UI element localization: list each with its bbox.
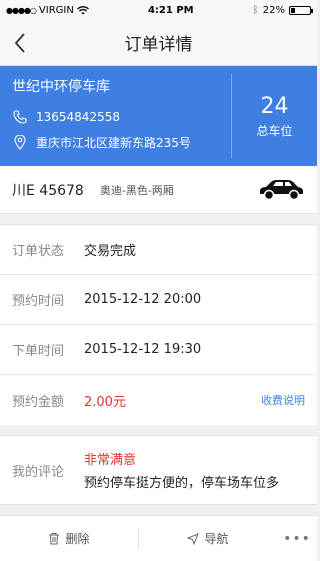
review-rating: 非常满意 [84,453,137,468]
wifi-icon [76,5,89,14]
chevron-left-icon [14,33,25,53]
lot-phone-row[interactable]: 13654842558 [12,110,221,124]
more-button[interactable]: ••• [277,531,317,547]
fee-info-link[interactable]: 收费说明 [261,392,305,408]
review-content: 非常满意 预约停车挺方便的，停车场车位多 [84,449,305,491]
order-time-value: 2015-12-12 19:30 [84,342,202,357]
delete-label: 删除 [65,532,90,546]
clock: 4:21 PM [147,4,194,16]
back-button[interactable] [6,28,34,58]
reserve-amount-value: 2.00元 [84,394,126,410]
total-spaces-count: 24 [260,93,289,119]
detail-label: 订单状态 [12,244,65,259]
detail-row-reserve-time: 预约时间 2015-12-12 20:00 [0,275,317,325]
detail-row-order-time: 下单时间 2015-12-12 19:30 [0,325,317,375]
navigate-button[interactable]: 导航 [139,530,277,547]
total-spaces-label: 总车位 [256,123,293,138]
detail-label: 预约时间 [12,294,65,309]
review-label: 我的评论 [12,464,65,480]
order-status-value: 交易完成 [84,244,137,259]
nav-bar: 订单详情 [0,20,317,66]
review-section: 我的评论 非常满意 预约停车挺方便的，停车场车位多 [0,435,317,505]
vehicle-description: 奥迪-黑色-两厢 [99,183,174,197]
phone-icon [12,110,28,124]
signal-icon: ●●●●○ [6,5,37,15]
order-details: 订单状态 交易完成 预约时间 2015-12-12 20:00 下单时间 201… [0,224,317,425]
navigation-arrow-icon [187,532,200,545]
trash-icon [49,533,60,545]
detail-row-amount: 预约金额 2.00元 收费说明 [0,375,317,425]
location-pin-icon [12,135,28,150]
lot-phone: 13654842558 [36,110,120,124]
vehicle-row: 川E 45678 奥迪-黑色-两厢 [0,166,317,214]
detail-row-status: 订单状态 交易完成 [0,225,317,275]
lot-name: 世纪中环停车库 [12,79,110,95]
bottom-toolbar: 删除 导航 ••• [0,515,317,561]
delete-button[interactable]: 删除 [0,530,138,547]
detail-label: 预约金额 [12,394,65,410]
navigate-label: 导航 [204,532,229,546]
car-icon [260,179,303,200]
lot-address: 重庆市江北区建新东路235号 [36,136,191,150]
lot-info: 世纪中环停车库 13654842558 重庆市江北区建新东路235号 [0,74,232,158]
status-bar: ●●●●○ VIRGIN 4:21 PM ᛒ 22% [0,0,317,20]
lot-address-row: 重庆市江北区建新东路235号 [12,134,221,151]
total-spaces: 24 总车位 [232,66,317,166]
page-title: 订单详情 [124,35,193,55]
carrier-label: VIRGIN [38,4,74,16]
reserve-time-value: 2015-12-12 20:00 [84,292,202,307]
review-comment: 预约停车挺方便的，停车场车位多 [84,476,280,491]
parking-lot-card[interactable]: 世纪中环停车库 13654842558 重庆市江北区建新东路235号 24 总车… [0,66,317,166]
bluetooth-icon: ᛒ [252,4,259,16]
license-plate: 川E 45678 [12,182,84,199]
battery-percent: 22% [262,4,285,16]
battery-icon [288,5,313,15]
detail-label: 下单时间 [12,344,65,359]
